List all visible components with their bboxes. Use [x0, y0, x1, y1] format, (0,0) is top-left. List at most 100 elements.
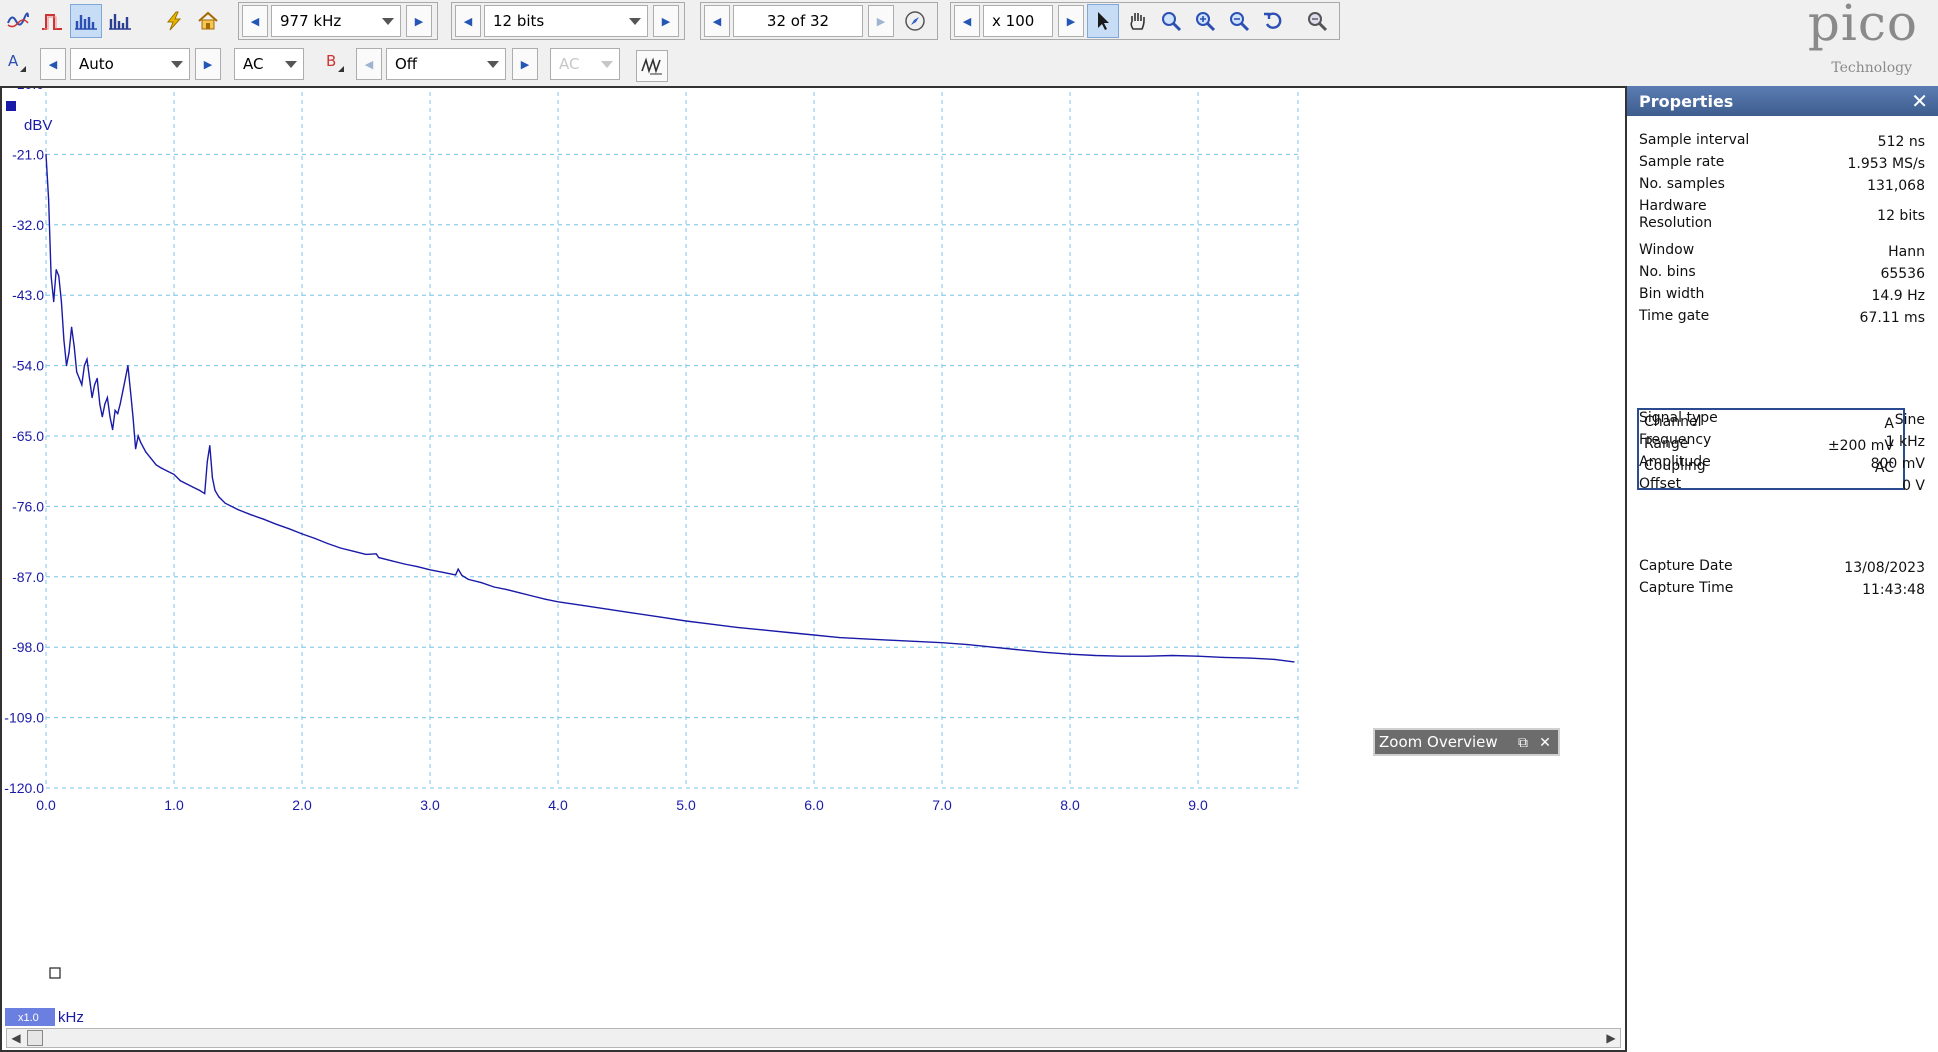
- signal-generator-icon[interactable]: [158, 4, 190, 38]
- buffer-prev-button[interactable]: ◀: [704, 5, 730, 37]
- property-label: Signal type: [1639, 410, 1718, 426]
- trace-point: [1018, 649, 1020, 651]
- zoom-in-icon[interactable]: [1189, 4, 1221, 38]
- trace-point: [192, 486, 194, 488]
- main-toolbar: ◀ 977 kHz ▶ ◀ 12 bits ▶ ◀ 32 of 32 ▶ ◀ x…: [0, 0, 1938, 42]
- resolution-prev-button[interactable]: ◀: [455, 5, 481, 37]
- persistence-mode-icon[interactable]: [36, 4, 68, 38]
- spectrum-peak-icon[interactable]: [104, 4, 136, 38]
- zoom-out-icon[interactable]: [1223, 4, 1255, 38]
- sample-rate-next-button[interactable]: ▶: [406, 5, 432, 37]
- channel-b-range-select[interactable]: Off: [386, 48, 506, 80]
- trace-point: [1171, 654, 1173, 657]
- x-tick-label: 3.0: [420, 797, 440, 813]
- zoom-overview-panel[interactable]: Zoom Overview ⧉ ✕: [1373, 728, 1560, 756]
- x-tick-label: 0.0: [36, 797, 56, 813]
- trace-point: [787, 631, 790, 634]
- zoom-factor-field[interactable]: x 100: [983, 5, 1053, 37]
- x-tick-label: 8.0: [1060, 797, 1080, 813]
- properties-panel: Properties ✕ Channel A Range ±200 mV Couplin…: [1627, 86, 1938, 1052]
- trace-point: [736, 626, 738, 629]
- trace-point: [461, 574, 463, 577]
- buffer-position-field[interactable]: 32 of 32: [733, 5, 863, 37]
- property-label: Amplitude: [1639, 454, 1711, 470]
- property-value: 14.9 Hz: [1871, 288, 1926, 304]
- hand-tool-icon[interactable]: [1121, 4, 1153, 38]
- scope-mode-icon[interactable]: [2, 4, 34, 38]
- restore-icon[interactable]: ⧉: [1514, 734, 1532, 752]
- trace-point: [48, 198, 50, 200]
- buffer-next-button[interactable]: ▶: [868, 5, 894, 37]
- x-tick-label: 9.0: [1188, 797, 1208, 813]
- trace-point: [941, 642, 943, 644]
- property-label-line2: Resolution: [1639, 215, 1713, 231]
- resolution-select[interactable]: 12 bits: [484, 5, 648, 37]
- y-tick-label: -21.0: [12, 146, 44, 162]
- trace-point: [992, 646, 994, 648]
- property-value: 65536: [1880, 266, 1925, 282]
- zoom-group: ◀ x 100 ▶: [950, 2, 1340, 40]
- property-value: ±200 mV: [1827, 438, 1894, 454]
- zoom-overview-icon[interactable]: [1301, 4, 1333, 38]
- trace-point: [218, 496, 220, 498]
- channel-a-axis-marker: [6, 101, 16, 111]
- trace-point: [455, 574, 457, 576]
- pointer-icon[interactable]: [1087, 4, 1119, 38]
- x-tick-label: 5.0: [676, 797, 696, 813]
- close-icon[interactable]: ✕: [1536, 734, 1554, 752]
- channel-a-range-next-button[interactable]: ▶: [195, 48, 221, 80]
- trace-point: [1197, 655, 1199, 657]
- scroll-left-icon[interactable]: ◀: [7, 1029, 25, 1047]
- trace-point: [339, 547, 341, 549]
- trace-point: [967, 644, 969, 646]
- spectrum-chart[interactable]: -10.0 -21.0 -32.0 -43.0 -54.0 -65.0 -76.0 -87.0…: [2, 88, 1625, 1050]
- channel-a-coupling-select[interactable]: AC: [234, 48, 304, 80]
- property-value: 131,068: [1867, 178, 1925, 194]
- sample-rate-select[interactable]: 977 kHz: [271, 5, 401, 37]
- buffer-navigator-icon[interactable]: [899, 4, 931, 38]
- y-tick-label: -65.0: [12, 428, 44, 444]
- y-tick-label: -54.0: [12, 358, 44, 374]
- zoom-prev-button[interactable]: ◀: [954, 5, 980, 37]
- trace-point: [211, 477, 213, 479]
- trace-point: [179, 480, 181, 482]
- channel-b-label[interactable]: B: [326, 52, 345, 72]
- undo-zoom-icon[interactable]: [1257, 4, 1289, 38]
- channel-b-range-value: Off: [395, 55, 418, 73]
- trace-point: [99, 403, 101, 405]
- channel-b-range-prev-button[interactable]: ◀: [356, 48, 382, 80]
- trace-point: [506, 589, 508, 591]
- math-channels-icon[interactable]: [636, 50, 668, 82]
- spectrum-mode-icon[interactable]: [70, 4, 102, 38]
- channel-b-range-next-button[interactable]: ▶: [512, 48, 538, 80]
- trace-point: [327, 542, 329, 545]
- trace-point: [94, 384, 96, 386]
- zoom-next-button[interactable]: ▶: [1058, 5, 1084, 37]
- sample-rate-prev-button[interactable]: ◀: [242, 5, 268, 37]
- property-value: 512 ns: [1877, 134, 1925, 150]
- trace-point: [378, 557, 380, 559]
- resolution-next-button[interactable]: ▶: [653, 5, 679, 37]
- property-value: Sine: [1894, 412, 1925, 428]
- spectrum-trace: [45, 154, 1295, 663]
- horizontal-scrollbar[interactable]: ◀ ▶: [6, 1028, 1621, 1048]
- channel-b-coupling-select[interactable]: AC: [550, 48, 620, 80]
- channel-a-range-select[interactable]: Auto: [70, 48, 190, 80]
- trace-point: [263, 518, 265, 520]
- channel-a-range-prev-button[interactable]: ◀: [40, 48, 66, 80]
- scroll-right-icon[interactable]: ▶: [1602, 1029, 1620, 1047]
- trace-point: [112, 429, 114, 431]
- axis-origin-handle[interactable]: [49, 967, 61, 979]
- close-properties-icon[interactable]: ✕: [1911, 89, 1928, 113]
- home-icon[interactable]: [192, 4, 224, 38]
- trace-point: [467, 578, 469, 580]
- zoom-window-icon[interactable]: [1155, 4, 1187, 38]
- channel-toolbar: A ◀ Auto ▶ AC B ◀ Off ▶ AC: [0, 44, 1938, 86]
- scroll-thumb[interactable]: [27, 1030, 43, 1046]
- channel-a-label[interactable]: A: [8, 52, 27, 72]
- spectrum-view[interactable]: -10.0 -21.0 -32.0 -43.0 -54.0 -65.0 -76.0 -87.0…: [0, 86, 1627, 1052]
- trace-point: [1293, 661, 1295, 663]
- y-tick-label: -109.0: [4, 710, 44, 726]
- trace-point: [145, 451, 147, 453]
- trace-point: [416, 566, 418, 568]
